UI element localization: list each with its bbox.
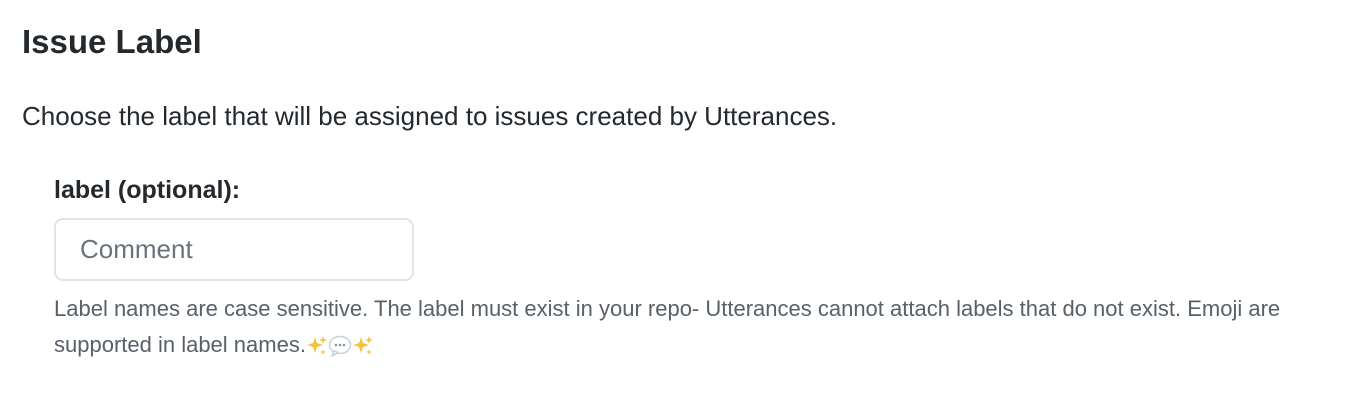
section-description: Choose the label that will be assigned t…: [22, 101, 838, 131]
label-field-label: label (optional):: [54, 176, 241, 204]
label-input[interactable]: [54, 218, 414, 281]
label-help-note: Label names are case sensitive. The labe…: [54, 291, 1334, 363]
section-title: Issue Label: [22, 23, 202, 60]
label-field: label (optional): Label names are case s…: [54, 170, 1334, 363]
speech-balloon-icon: [328, 335, 352, 357]
label-help-text: Label names are case sensitive. The labe…: [54, 296, 1281, 357]
sparkles-icon: [352, 335, 374, 357]
sparkles-icon: [306, 335, 328, 357]
